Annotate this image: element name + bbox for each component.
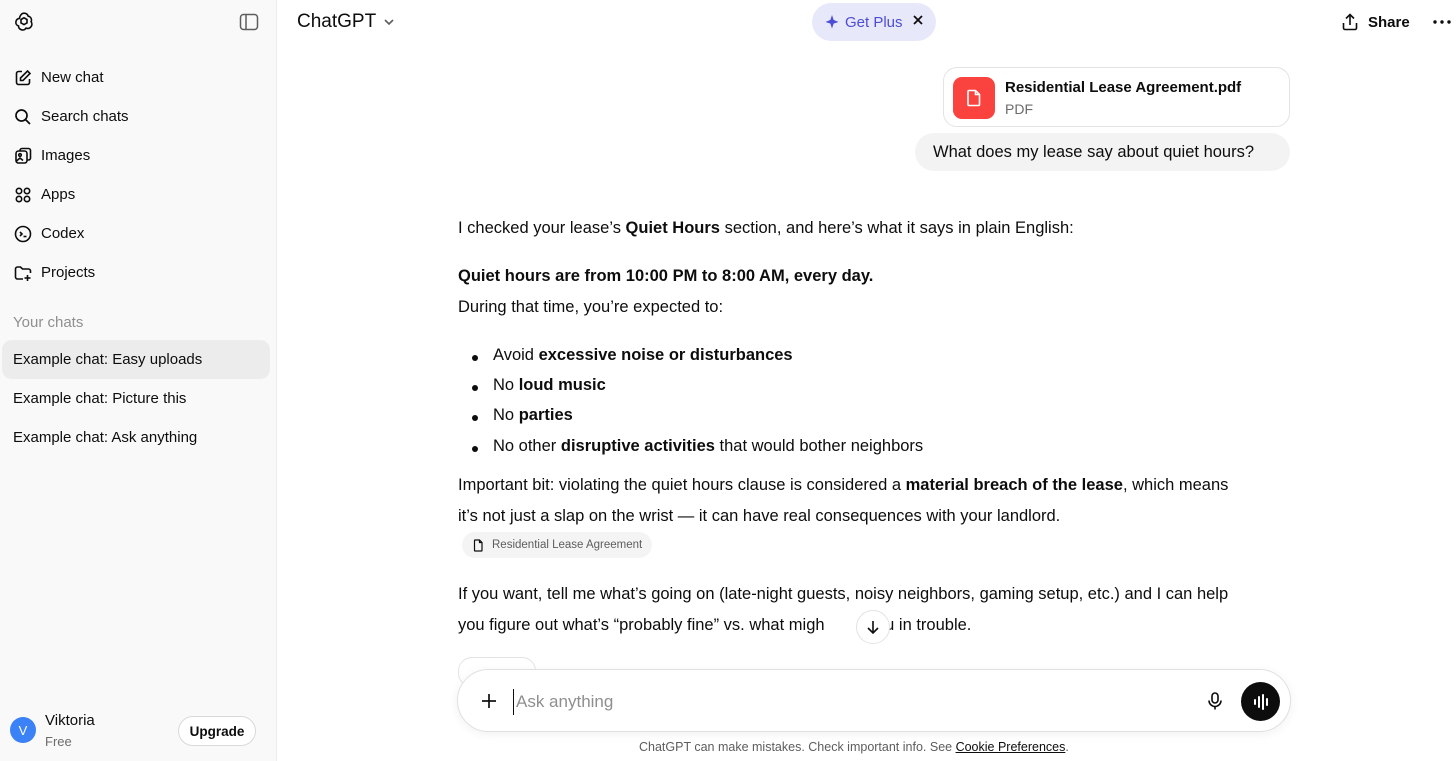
new-chat-icon — [13, 68, 33, 88]
sidebar-item-label: New chat — [41, 69, 104, 86]
share-label: Share — [1368, 13, 1410, 31]
prompt-input[interactable] — [513, 689, 1153, 715]
scroll-to-bottom-button[interactable] — [856, 610, 890, 644]
search-icon — [13, 107, 33, 127]
answer-closing-line2: you figure out what’s “probably fine” vs… — [458, 616, 972, 634]
projects-icon — [13, 263, 33, 283]
chat-history-item[interactable]: Example chat: Picture this — [2, 379, 270, 418]
model-selector[interactable]: ChatGPT — [297, 10, 396, 34]
sidebar-item-search-chats[interactable]: Search chats — [4, 97, 270, 136]
plus-icon[interactable] — [478, 690, 500, 712]
document-icon — [473, 538, 483, 552]
voice-wave-icon — [1253, 693, 1268, 710]
sidebar-item-label: Search chats — [41, 108, 129, 125]
sidebar-item-label: Projects — [41, 264, 96, 281]
file-name: Residential Lease Agreement.pdf — [1005, 79, 1242, 96]
avatar[interactable]: V — [10, 717, 36, 743]
cookie-preferences-link[interactable]: Cookie Preferences — [956, 740, 1066, 754]
your-chats-heading: Your chats — [13, 314, 84, 331]
sidebar-nav: New chat Search chats Images Apps Codex — [4, 58, 270, 292]
arrow-down-icon — [867, 621, 879, 635]
sidebar-item-images[interactable]: Images — [4, 136, 270, 175]
answer-closing: If you want, tell me what’s going on (la… — [458, 585, 1229, 603]
sidebar-item-codex[interactable]: Codex — [4, 214, 270, 253]
microphone-icon[interactable] — [1204, 690, 1226, 712]
chat-history-item[interactable]: Example chat: Ask anything — [2, 418, 270, 457]
close-icon[interactable] — [912, 14, 924, 26]
toggle-sidebar-icon[interactable] — [238, 11, 260, 33]
answer-headline: Quiet hours are from 10:00 PM to 8:00 AM… — [458, 267, 874, 285]
answer-intro: I checked your lease’s Quiet Hours secti… — [458, 219, 1074, 237]
attached-file-card[interactable]: Residential Lease Agreement.pdf PDF — [943, 67, 1290, 127]
answer-important: Important bit: violating the quiet hours… — [458, 476, 1229, 494]
citation-label: Residential Lease Agreement — [492, 539, 643, 551]
sidebar-item-new-chat[interactable]: New chat — [4, 58, 270, 97]
apps-icon — [13, 185, 33, 205]
chat-history-list: Example chat: Easy uploads Example chat:… — [2, 340, 270, 457]
answer-during: During that time, you’re expected to: — [458, 298, 724, 316]
pdf-file-icon — [953, 77, 995, 119]
sidebar-item-label: Images — [41, 147, 91, 164]
user-message: What does my lease say about quiet hours… — [915, 133, 1290, 171]
chevron-down-icon — [384, 19, 394, 26]
citation-chip[interactable]: Residential Lease Agreement — [462, 532, 653, 558]
sidebar-item-label: Apps — [41, 186, 76, 203]
chat-history-item[interactable]: Example chat: Easy uploads — [2, 340, 270, 379]
share-button[interactable]: Share — [1340, 11, 1410, 33]
openai-logo-icon[interactable] — [12, 10, 36, 34]
share-icon — [1342, 13, 1358, 31]
sidebar-item-projects[interactable]: Projects — [4, 253, 270, 292]
sparkle-icon — [825, 15, 839, 29]
answer-important-line2: it’s not just a slap on the wrist — it c… — [458, 507, 1061, 525]
file-type: PDF — [1005, 101, 1033, 117]
codex-icon — [13, 224, 33, 244]
sidebar-item-apps[interactable]: Apps — [4, 175, 270, 214]
user-name: Viktoria — [45, 712, 95, 729]
model-name: ChatGPT — [297, 11, 377, 32]
get-plus-button[interactable]: Get Plus — [812, 3, 936, 41]
upgrade-button[interactable]: Upgrade — [178, 716, 256, 746]
user-plan: Free — [45, 734, 72, 749]
more-options-icon[interactable] — [1432, 12, 1452, 32]
message-composer — [457, 669, 1291, 732]
user-profile[interactable]: V Viktoria Free Upgrade — [10, 710, 266, 754]
sidebar-item-label: Codex — [41, 225, 85, 242]
voice-mode-button[interactable] — [1241, 682, 1280, 721]
sidebar: New chat Search chats Images Apps Codex — [0, 0, 277, 761]
images-icon — [13, 146, 33, 166]
get-plus-label: Get Plus — [845, 13, 903, 31]
